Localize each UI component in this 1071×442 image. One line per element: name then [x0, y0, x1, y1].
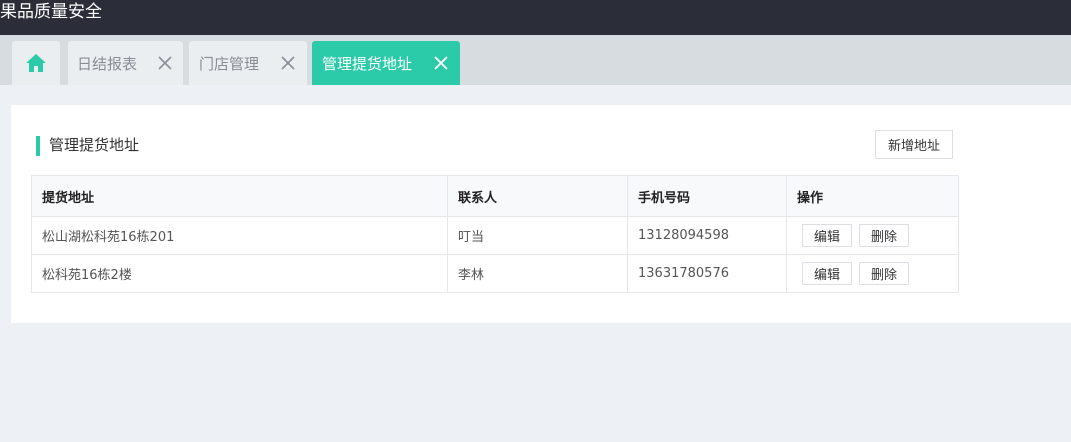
- home-icon: [26, 54, 46, 72]
- tab-label: 日结报表: [77, 54, 138, 73]
- section-accent-bar: [36, 136, 40, 156]
- edit-button[interactable]: 编辑: [802, 262, 852, 285]
- delete-button[interactable]: 删除: [859, 224, 909, 247]
- tab-bar: 日结报表 门店管理 管理提货地址: [0, 35, 1071, 85]
- cell-contact: 李林: [447, 254, 628, 293]
- tab-daily-report[interactable]: 日结报表: [68, 41, 183, 85]
- close-icon[interactable]: [280, 55, 296, 71]
- cell-phone: 13128094598: [627, 216, 787, 255]
- top-bar: 果品质量安全: [0, 0, 1071, 35]
- tab-pickup-address[interactable]: 管理提货地址: [312, 41, 460, 85]
- delete-button[interactable]: 删除: [859, 262, 909, 285]
- table-row: 松山湖松科苑16栋201 叮当 13128094598 编辑 删除: [31, 216, 959, 255]
- tab-home[interactable]: [12, 41, 60, 85]
- address-table: 提货地址 联系人 手机号码 操作 松山湖松科苑16栋201 叮当 1312809…: [31, 175, 959, 293]
- table-row: 松科苑16栋2楼 李林 13631780576 编辑 删除: [31, 254, 959, 293]
- cell-address: 松山湖松科苑16栋201: [31, 216, 448, 255]
- cell-phone: 13631780576: [627, 254, 787, 293]
- tab-label: 门店管理: [199, 54, 260, 73]
- cell-contact: 叮当: [447, 216, 628, 255]
- content-panel: 管理提货地址 新增地址 提货地址 联系人 手机号码 操作 松山湖松科苑16栋20…: [11, 105, 1071, 323]
- header-phone: 手机号码: [627, 175, 787, 217]
- table-header-row: 提货地址 联系人 手机号码 操作: [31, 175, 959, 217]
- edit-button[interactable]: 编辑: [802, 224, 852, 247]
- close-icon[interactable]: [433, 55, 449, 71]
- close-icon[interactable]: [157, 55, 173, 71]
- add-address-button[interactable]: 新增地址: [875, 130, 953, 159]
- app-title: 果品质量安全: [0, 2, 102, 22]
- cell-actions: 编辑 删除: [786, 254, 959, 293]
- header-contact: 联系人: [447, 175, 628, 217]
- tab-label: 管理提货地址: [322, 54, 413, 73]
- tab-store-management[interactable]: 门店管理: [189, 41, 307, 85]
- cell-address: 松科苑16栋2楼: [31, 254, 448, 293]
- cell-actions: 编辑 删除: [786, 216, 959, 255]
- section-title: 管理提货地址: [49, 136, 140, 154]
- header-address: 提货地址: [31, 175, 448, 217]
- header-actions: 操作: [786, 175, 959, 217]
